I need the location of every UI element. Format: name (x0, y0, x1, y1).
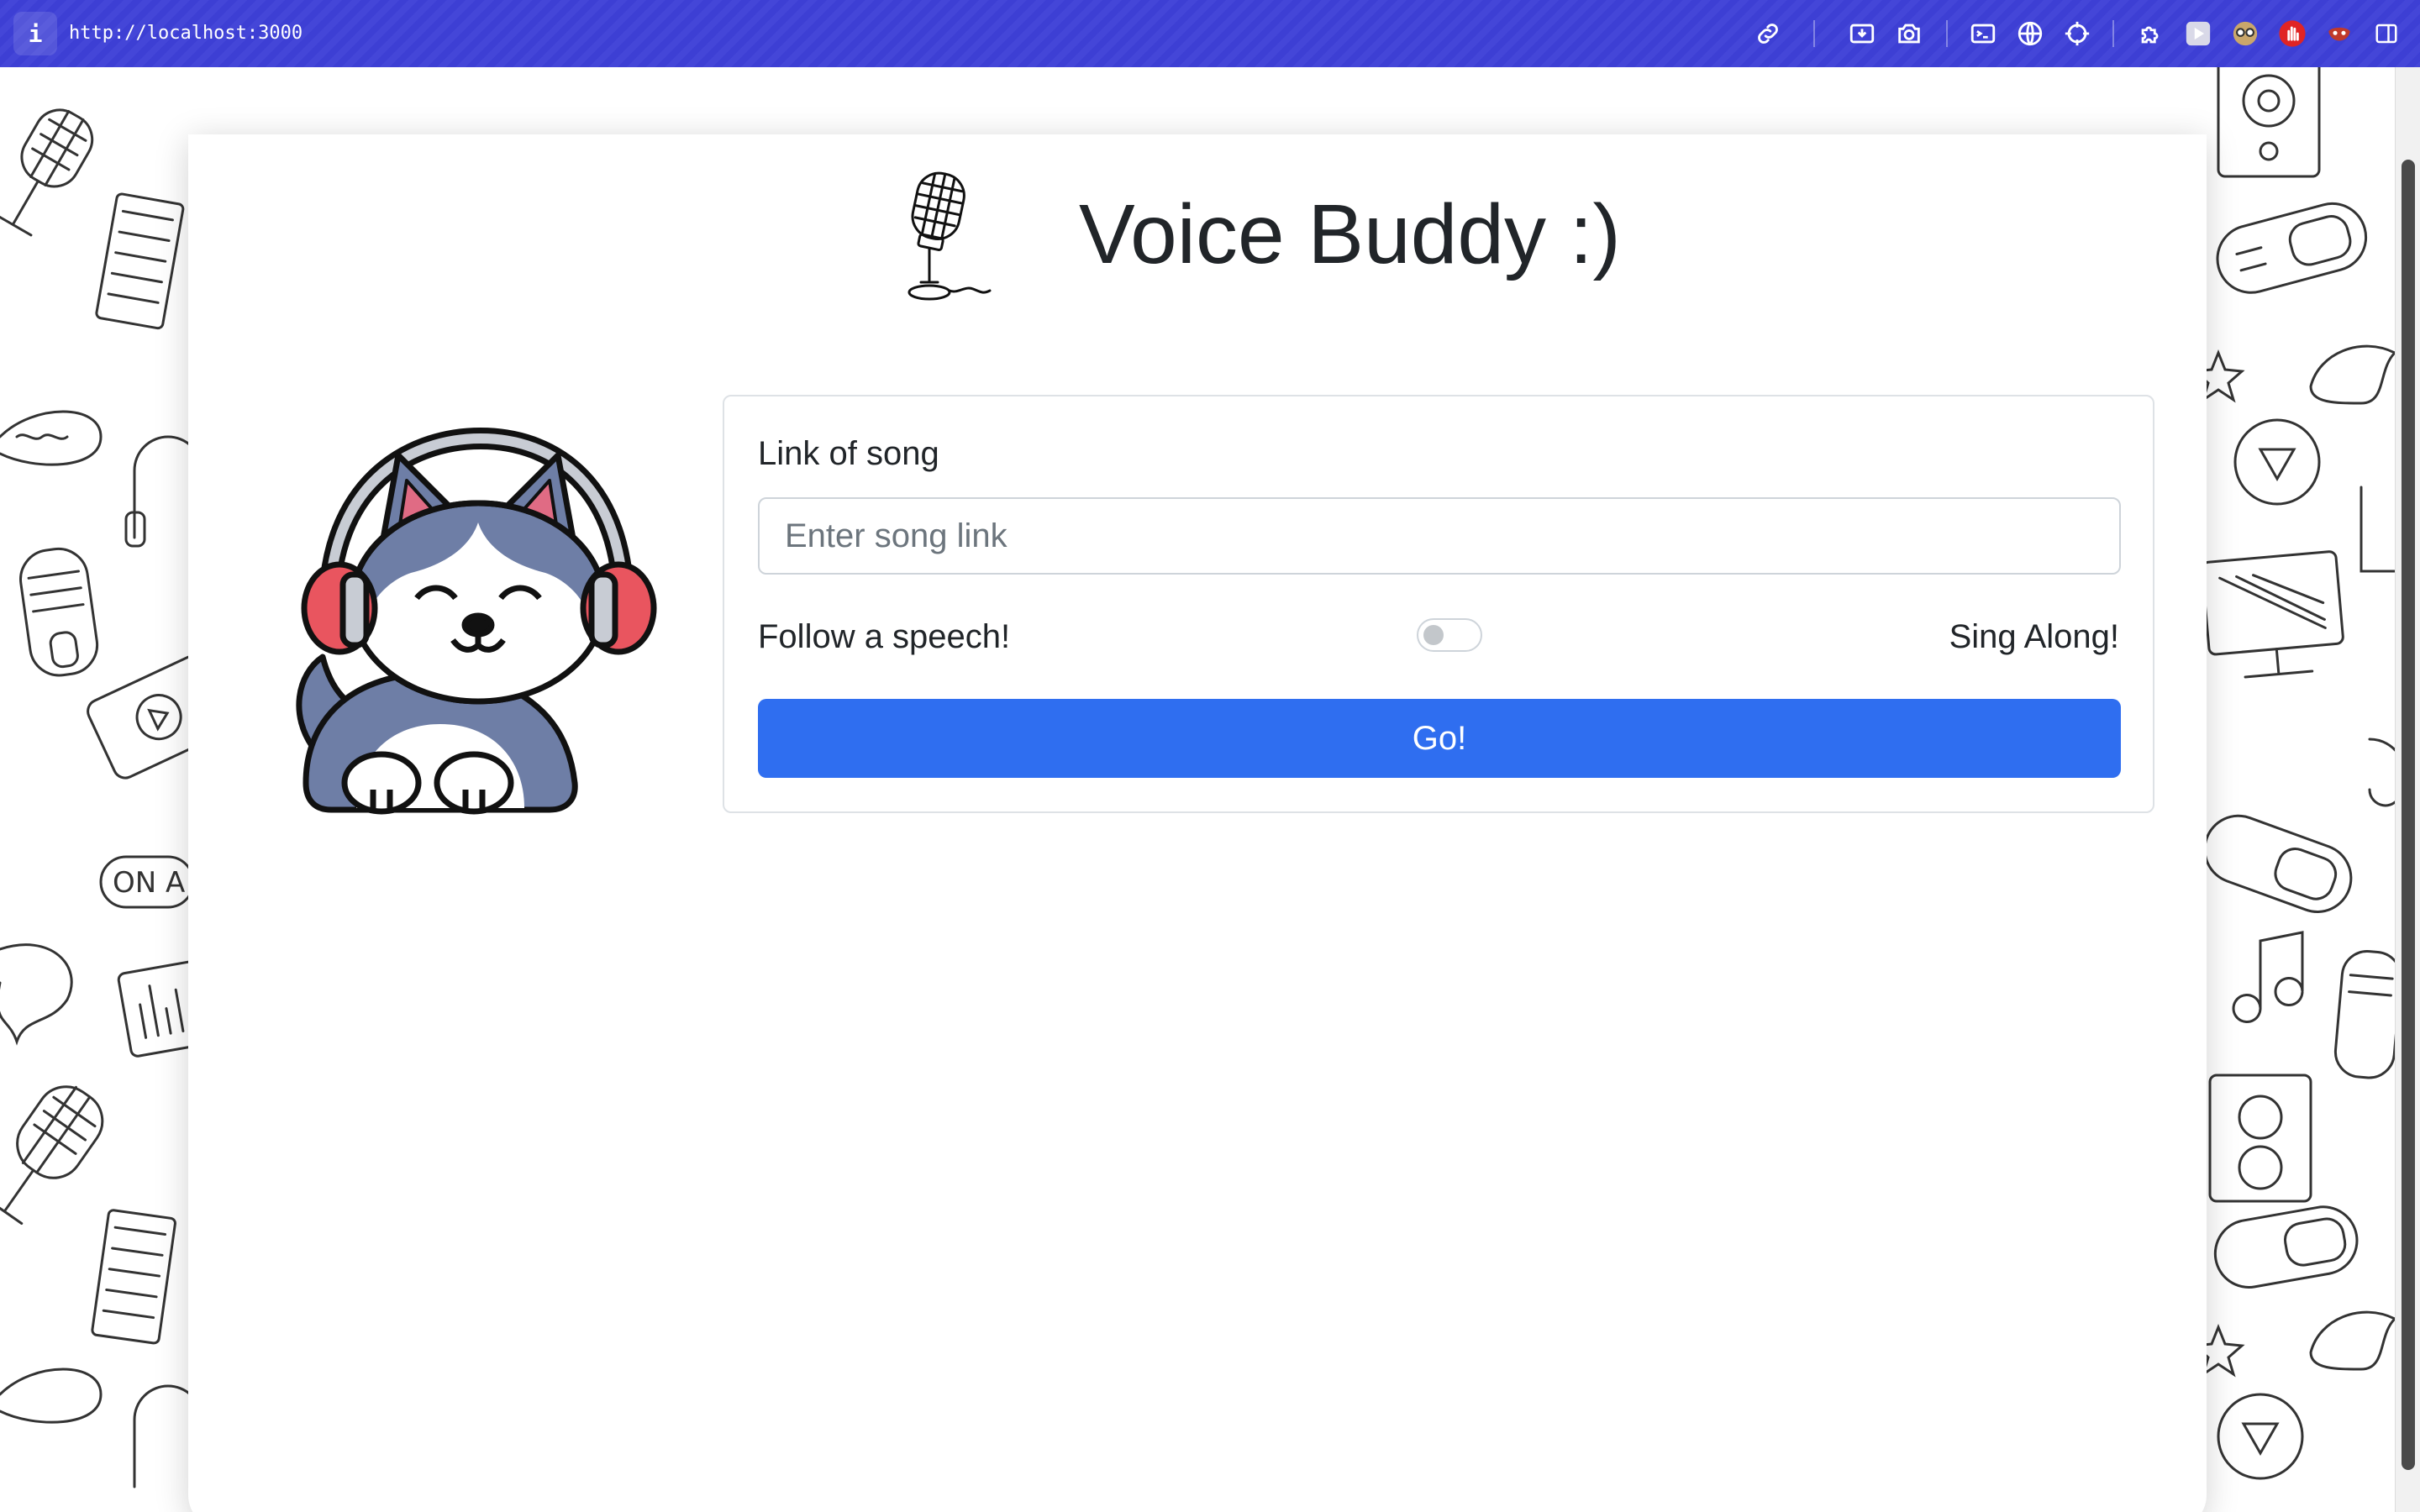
toolbar-separator (1813, 20, 1815, 47)
toolbar-separator (1946, 20, 1948, 47)
follow-speech-label: Follow a speech! (758, 618, 1011, 655)
terminal-icon[interactable] (1966, 17, 2000, 50)
globe-icon[interactable] (2013, 17, 2047, 50)
sing-along-label: Sing Along! (1949, 618, 2119, 655)
puzzle-extension-icon[interactable] (2134, 17, 2168, 50)
song-form-card: Link of song Follow a speech! Sing Along… (723, 395, 2154, 813)
mode-toggle-switch[interactable] (1417, 618, 1482, 652)
page-title: Voice Buddy :) (1079, 187, 1621, 281)
sidebar-toggle-icon[interactable] (2370, 17, 2403, 50)
page-viewport: ON A Voice Buddy:) Link of song Enter s… (0, 67, 2395, 1512)
link-icon[interactable] (1751, 17, 1785, 50)
crosshair-icon[interactable] (2060, 17, 2094, 50)
microphone-icon (908, 171, 992, 301)
play-extension-icon[interactable] (2181, 17, 2215, 50)
vertical-scrollbar[interactable] (2395, 67, 2420, 1512)
hand-extension-icon[interactable] (2275, 17, 2309, 50)
song-link-input[interactable] (758, 497, 2121, 575)
go-button[interactable]: Go! (758, 699, 2121, 778)
toggle-knob (1423, 625, 1444, 645)
mask-extension-icon[interactable] (2323, 17, 2356, 50)
svg-text:ON A: ON A (113, 866, 185, 900)
husky-headphones-mascot (296, 428, 657, 815)
camera-icon[interactable] (1892, 17, 1926, 50)
browser-toolbar: i http://localhost:3000 (0, 0, 2420, 67)
song-link-label: Link of song (758, 435, 939, 472)
main-card: Voice Buddy :) Link of song Enter song l… (188, 134, 2207, 1512)
scrollbar-thumb[interactable] (2402, 160, 2415, 1470)
screenshot-region-icon[interactable] (1845, 17, 1879, 50)
glasses-extension-icon[interactable] (2228, 17, 2262, 50)
site-info-button[interactable]: i (13, 12, 57, 55)
toolbar-separator (2112, 20, 2114, 47)
address-bar[interactable]: http://localhost:3000 (69, 20, 302, 47)
